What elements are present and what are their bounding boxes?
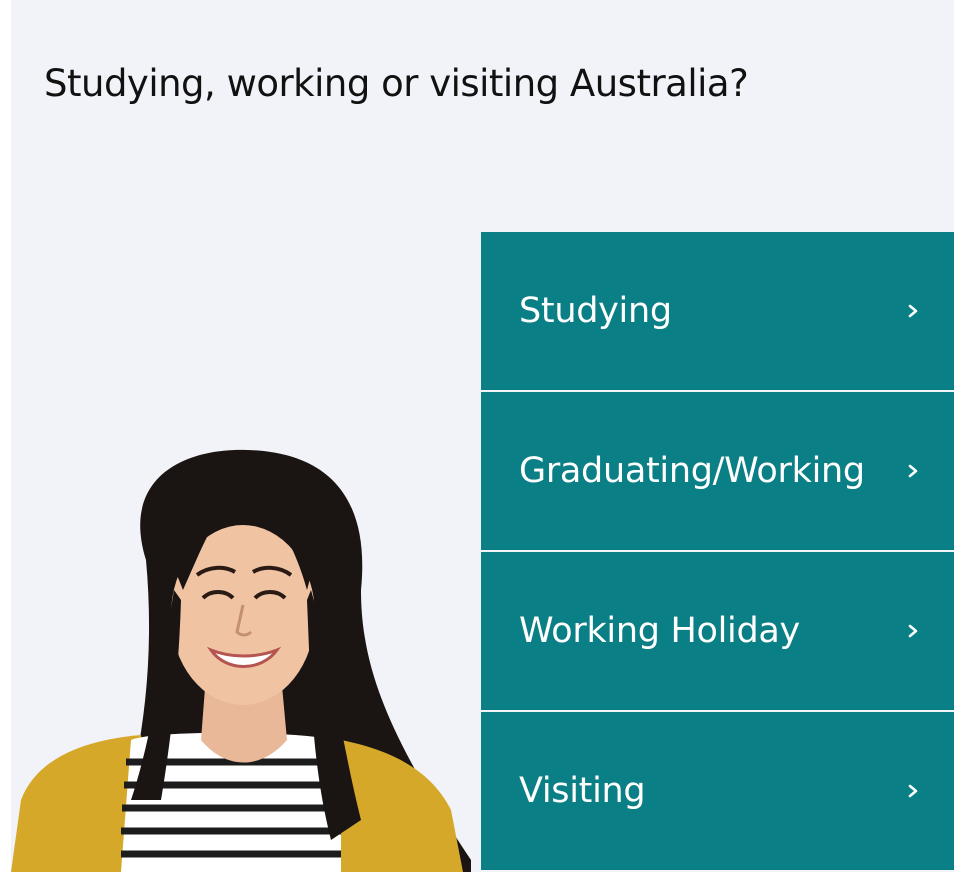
visa-options-panel: Studying, working or visiting Australia? [11, 0, 954, 872]
menu-item-label: Graduating/Working [519, 451, 865, 491]
chevron-right-icon [908, 624, 918, 638]
woman-portrait-photo [11, 449, 471, 872]
page-title: Studying, working or visiting Australia? [44, 62, 749, 105]
chevron-right-icon [908, 784, 918, 798]
menu-item-graduating-working[interactable]: Graduating/Working [481, 392, 954, 550]
menu-item-label: Working Holiday [519, 611, 800, 651]
menu-item-working-holiday[interactable]: Working Holiday [481, 552, 954, 710]
chevron-right-icon [908, 304, 918, 318]
menu-item-label: Visiting [519, 771, 646, 811]
menu-item-label: Studying [519, 291, 672, 331]
menu-item-visiting[interactable]: Visiting [481, 712, 954, 870]
chevron-right-icon [908, 464, 918, 478]
menu-item-studying[interactable]: Studying [481, 232, 954, 390]
visa-category-menu: Studying Graduating/Working Working Holi… [481, 232, 954, 872]
